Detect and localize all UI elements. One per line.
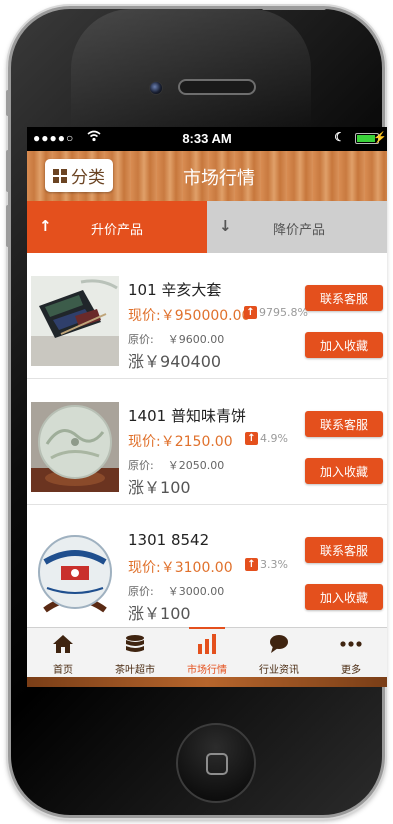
- chat-bubble-icon: [243, 634, 315, 656]
- add-favorite-button[interactable]: 加入收藏: [305, 332, 383, 358]
- bottom-wood-strip: [27, 677, 387, 687]
- current-price: 现价:￥3100.00: [128, 557, 233, 577]
- product-name: 101 辛亥大套: [128, 281, 222, 299]
- tab-label: 更多: [341, 665, 361, 676]
- home-button[interactable]: [176, 723, 256, 803]
- change-percent-value: 4.9%: [260, 432, 288, 445]
- change-percent: ↑ 4.9%: [245, 432, 288, 445]
- front-camera: [149, 81, 163, 95]
- current-price-label: 现价:: [128, 308, 161, 324]
- current-price-value: ￥3100.00: [160, 560, 233, 576]
- more-dots-icon: [315, 634, 387, 656]
- rise-value: ￥100: [144, 604, 191, 623]
- clock: 8:33 AM: [182, 131, 232, 146]
- bar-chart-icon: [171, 634, 243, 656]
- arrow-up-badge-icon: ↑: [245, 432, 258, 445]
- list-item: 101 辛亥大套 现价:￥950000.00 ↑ 9795.8% 原价: ￥960…: [27, 253, 387, 379]
- nav-bar: 分类 市场行情: [27, 151, 387, 201]
- volume-down-button: [6, 205, 10, 247]
- mute-switch: [6, 90, 10, 116]
- change-percent-value: 9795.8%: [259, 306, 308, 319]
- current-price-label: 现价:: [128, 560, 161, 576]
- add-favorite-button[interactable]: 加入收藏: [305, 584, 383, 610]
- rise-amount: 涨￥940400: [128, 348, 221, 372]
- tab-price-down[interactable]: ↓ 降价产品: [207, 201, 387, 253]
- product-image[interactable]: [31, 276, 119, 366]
- add-favorite-button[interactable]: 加入收藏: [305, 458, 383, 484]
- original-price-label: 原价:: [128, 459, 154, 472]
- page-title: 市场行情: [183, 168, 255, 189]
- rise-label: 涨: [128, 604, 145, 623]
- original-price-label: 原价:: [128, 333, 154, 346]
- database-icon: [99, 634, 171, 656]
- status-bar: ●●●●○ 8:33 AM ☾ ⚡: [27, 127, 387, 151]
- tab-label: 茶叶超市: [115, 665, 155, 676]
- battery-icon: ⚡: [355, 132, 387, 144]
- tab-price-up[interactable]: ↑ 升价产品: [27, 201, 207, 253]
- contact-service-button[interactable]: 联系客服: [305, 537, 383, 563]
- rise-value: ￥940400: [144, 352, 222, 371]
- change-percent: ↑ 3.3%: [245, 558, 288, 571]
- bottom-tab-bar: 首页 茶叶超市 市场行情 行业资讯 更多: [27, 627, 387, 677]
- tab-market-quotes[interactable]: 市场行情: [171, 627, 243, 677]
- tab-label: 降价产品: [273, 223, 326, 238]
- change-percent: ↑ 9795.8%: [244, 306, 308, 319]
- list-item: 1301 8542 现价:￥3100.00 ↑ 3.3% 原价: ￥3000.00…: [27, 505, 387, 631]
- current-price-value: ￥950000.00: [160, 308, 251, 324]
- original-price-label: 原价:: [128, 585, 154, 598]
- product-name: 1301 8542: [128, 531, 210, 549]
- product-name: 1401 普知味青饼: [128, 407, 246, 425]
- do-not-disturb-icon: ☾: [334, 130, 345, 144]
- product-image[interactable]: [31, 402, 119, 492]
- change-percent-value: 3.3%: [260, 558, 288, 571]
- rise-label: 涨: [128, 352, 145, 371]
- arrow-up-badge-icon: ↑: [244, 306, 257, 319]
- tab-label: 市场行情: [187, 665, 227, 676]
- rise-label: 涨: [128, 478, 145, 497]
- contact-service-button[interactable]: 联系客服: [305, 411, 383, 437]
- app-screen: ●●●●○ 8:33 AM ☾ ⚡ 分类 市场行情 ↑ 升价产品 ↓ 降价产品: [27, 127, 387, 687]
- tab-industry-news[interactable]: 行业资讯: [243, 628, 315, 677]
- contact-service-button[interactable]: 联系客服: [305, 285, 383, 311]
- current-price: 现价:￥2150.00: [128, 431, 233, 451]
- original-price-value: ￥3000.00: [167, 585, 225, 598]
- original-price: 原价: ￥3000.00: [128, 583, 224, 599]
- home-icon: [27, 634, 99, 656]
- rise-value: ￥100: [144, 478, 191, 497]
- rise-amount: 涨￥100: [128, 600, 191, 624]
- tab-label: 首页: [53, 665, 73, 676]
- rise-amount: 涨￥100: [128, 474, 191, 498]
- arrow-down-icon: ↓: [219, 217, 232, 235]
- current-price: 现价:￥950000.00: [128, 305, 250, 325]
- list-item: 1401 普知味青饼 现价:￥2150.00 ↑ 4.9% 原价: ￥2050.0…: [27, 379, 387, 505]
- tab-more[interactable]: 更多: [315, 628, 387, 677]
- current-price-label: 现价:: [128, 434, 161, 450]
- original-price: 原价: ￥2050.00: [128, 457, 224, 473]
- tab-home[interactable]: 首页: [27, 628, 99, 677]
- tab-tea-market[interactable]: 茶叶超市: [99, 628, 171, 677]
- original-price: 原价: ￥9600.00: [128, 331, 224, 347]
- arrow-up-icon: ↑: [39, 217, 52, 235]
- tab-label: 行业资讯: [259, 665, 299, 676]
- tab-label: 升价产品: [91, 223, 144, 238]
- price-tabs: ↑ 升价产品 ↓ 降价产品: [27, 201, 387, 253]
- power-button: [262, 6, 326, 10]
- arrow-up-badge-icon: ↑: [245, 558, 258, 571]
- earpiece-speaker: [178, 79, 256, 95]
- volume-up-button: [6, 150, 10, 192]
- current-price-value: ￥2150.00: [160, 434, 233, 450]
- original-price-value: ￥2050.00: [167, 459, 225, 472]
- original-price-value: ￥9600.00: [167, 333, 225, 346]
- product-list: 101 辛亥大套 现价:￥950000.00 ↑ 9795.8% 原价: ￥960…: [27, 253, 387, 631]
- product-image[interactable]: [31, 528, 119, 618]
